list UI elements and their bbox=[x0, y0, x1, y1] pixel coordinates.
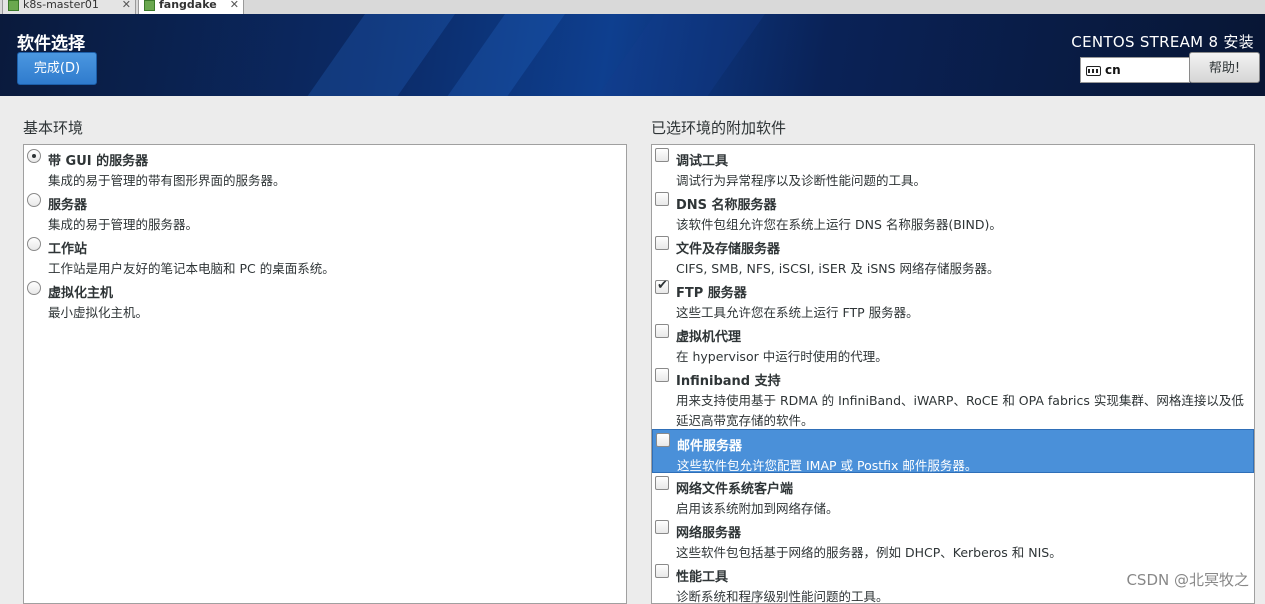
close-icon[interactable]: ✕ bbox=[230, 0, 239, 14]
help-button[interactable]: 帮助! bbox=[1189, 52, 1260, 83]
item-title: 网络文件系统客户端 bbox=[676, 482, 794, 497]
item-description: 启用该系统附加到网络存储。 bbox=[676, 501, 839, 516]
radio-button[interactable] bbox=[27, 237, 41, 251]
header-decoration bbox=[577, 14, 773, 96]
addon-item[interactable]: 邮件服务器 这些软件包允许您配置 IMAP 或 Postfix 邮件服务器。 bbox=[652, 429, 1254, 473]
page-title: 软件选择 bbox=[17, 34, 85, 54]
item-title: DNS 名称服务器 bbox=[676, 198, 777, 213]
item-title: 虚拟机代理 bbox=[676, 330, 742, 345]
item-title: 服务器 bbox=[48, 198, 88, 213]
item-description: 工作站是用户友好的笔记本电脑和 PC 的桌面系统。 bbox=[48, 261, 335, 276]
base-env-item[interactable]: 工作站 工作站是用户友好的笔记本电脑和 PC 的桌面系统。 bbox=[24, 233, 626, 277]
vm-icon bbox=[144, 0, 155, 11]
checkbox[interactable] bbox=[655, 476, 669, 490]
checkbox[interactable] bbox=[655, 236, 669, 250]
vm-tab-label: k8s-master01 bbox=[23, 0, 99, 11]
vm-tab-strip: k8s-master01 ✕ fangdake ✕ bbox=[0, 0, 1265, 14]
done-button[interactable]: 完成(D) bbox=[17, 52, 97, 85]
item-title: 性能工具 bbox=[676, 570, 729, 585]
base-env-item[interactable]: 虚拟化主机 最小虚拟化主机。 bbox=[24, 277, 626, 321]
item-title: FTP 服务器 bbox=[676, 286, 747, 301]
item-description: 集成的易于管理的服务器。 bbox=[48, 217, 199, 232]
check-icon: ✔ bbox=[657, 278, 668, 293]
addon-item[interactable]: 网络服务器 这些软件包包括基于网络的服务器，例如 DHCP、Kerberos 和… bbox=[652, 517, 1254, 561]
addon-item[interactable]: 文件及存储服务器 CIFS, SMB, NFS, iSCSI, iSER 及 i… bbox=[652, 233, 1254, 277]
item-description: 用来支持使用基于 RDMA 的 InfiniBand、iWARP、RoCE 和 … bbox=[676, 393, 1244, 428]
item-title: 调试工具 bbox=[676, 154, 729, 169]
header-decoration bbox=[287, 14, 463, 96]
radio-button[interactable] bbox=[27, 149, 41, 163]
checkbox[interactable] bbox=[656, 433, 670, 447]
item-title: 邮件服务器 bbox=[677, 439, 743, 454]
checkbox[interactable] bbox=[655, 192, 669, 206]
addon-item[interactable]: Infiniband 支持 用来支持使用基于 RDMA 的 InfiniBand… bbox=[652, 365, 1254, 429]
item-description: 该软件包组允许您在系统上运行 DNS 名称服务器(BIND)。 bbox=[676, 217, 1002, 232]
item-title: 文件及存储服务器 bbox=[676, 242, 781, 257]
item-description: 调试行为异常程序以及诊断性能问题的工具。 bbox=[676, 173, 927, 188]
item-title: 虚拟化主机 bbox=[48, 286, 114, 301]
item-description: 这些软件包包括基于网络的服务器，例如 DHCP、Kerberos 和 NIS。 bbox=[676, 545, 1062, 560]
item-title: Infiniband 支持 bbox=[676, 374, 781, 389]
item-description: 这些工具允许您在系统上运行 FTP 服务器。 bbox=[676, 305, 919, 320]
checkbox[interactable] bbox=[655, 368, 669, 382]
addon-item[interactable]: 虚拟机代理 在 hypervisor 中运行时使用的代理。 bbox=[652, 321, 1254, 365]
radio-button[interactable] bbox=[27, 281, 41, 295]
checkbox[interactable] bbox=[655, 564, 669, 578]
base-env-list: 带 GUI 的服务器 集成的易于管理的带有图形界面的服务器。 服务器 集成的易于… bbox=[23, 144, 627, 604]
base-env-item[interactable]: 带 GUI 的服务器 集成的易于管理的带有图形界面的服务器。 bbox=[24, 145, 626, 189]
header-decoration bbox=[427, 14, 573, 96]
addon-item[interactable]: ✔ FTP 服务器 这些工具允许您在系统上运行 FTP 服务器。 bbox=[652, 277, 1254, 321]
addon-item[interactable]: DNS 名称服务器 该软件包组允许您在系统上运行 DNS 名称服务器(BIND)… bbox=[652, 189, 1254, 233]
item-description: 在 hypervisor 中运行时使用的代理。 bbox=[676, 349, 888, 364]
keyboard-layout-indicator[interactable]: cn bbox=[1080, 57, 1190, 83]
checkbox[interactable] bbox=[655, 324, 669, 338]
item-title: 带 GUI 的服务器 bbox=[48, 154, 149, 169]
addon-item[interactable]: 调试工具 调试行为异常程序以及诊断性能问题的工具。 bbox=[652, 145, 1254, 189]
addon-item[interactable]: 网络文件系统客户端 启用该系统附加到网络存储。 bbox=[652, 473, 1254, 517]
item-title: 工作站 bbox=[48, 242, 88, 257]
addons-heading: 已选环境的附加软件 bbox=[651, 119, 787, 137]
watermark: CSDN @北冥牧之 bbox=[1126, 571, 1249, 589]
radio-button[interactable] bbox=[27, 193, 41, 207]
vm-tab-label: fangdake bbox=[159, 0, 217, 11]
checkbox[interactable]: ✔ bbox=[655, 278, 669, 294]
vm-icon bbox=[8, 0, 19, 11]
product-title: CENTOS STREAM 8 安装 bbox=[1071, 33, 1254, 51]
checkbox[interactable] bbox=[655, 520, 669, 534]
item-title: 网络服务器 bbox=[676, 526, 742, 541]
base-env-heading: 基本环境 bbox=[23, 119, 84, 137]
vm-tab-fangdake[interactable]: fangdake ✕ bbox=[138, 0, 244, 14]
installer-header: 软件选择 完成(D) CENTOS STREAM 8 安装 cn 帮助! bbox=[0, 14, 1265, 96]
close-icon[interactable]: ✕ bbox=[122, 0, 131, 14]
item-description: 集成的易于管理的带有图形界面的服务器。 bbox=[48, 173, 286, 188]
keyboard-icon bbox=[1086, 66, 1101, 76]
vm-tab-k8s-master01[interactable]: k8s-master01 ✕ bbox=[2, 0, 136, 14]
checkbox[interactable] bbox=[655, 148, 669, 162]
item-description: CIFS, SMB, NFS, iSCSI, iSER 及 iSNS 网络存储服… bbox=[676, 261, 1000, 276]
base-env-item[interactable]: 服务器 集成的易于管理的服务器。 bbox=[24, 189, 626, 233]
addons-list: 调试工具 调试行为异常程序以及诊断性能问题的工具。 DNS 名称服务器 该软件包… bbox=[651, 144, 1255, 604]
keyboard-layout-label: cn bbox=[1105, 63, 1121, 77]
item-description: 最小虚拟化主机。 bbox=[48, 305, 149, 320]
